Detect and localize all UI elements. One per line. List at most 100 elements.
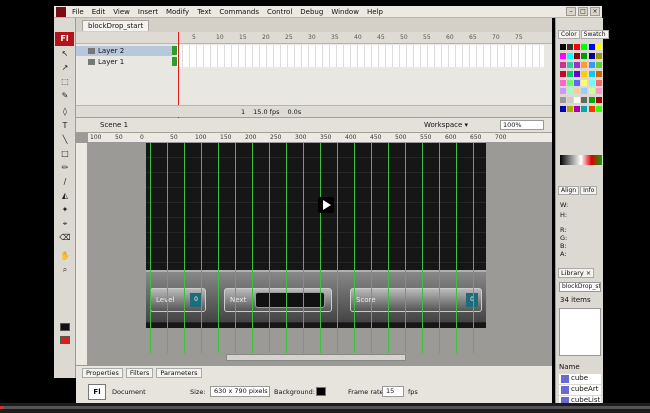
tab-color[interactable]: Color	[558, 30, 580, 39]
layer-row-1[interactable]: Layer 1	[76, 57, 172, 67]
ruler-tick: 50	[115, 134, 123, 141]
menu-edit[interactable]: Edit	[88, 8, 110, 16]
document-tab[interactable]: blockDrop_start	[82, 20, 150, 31]
text-tool-icon[interactable]: T	[58, 120, 72, 131]
menu-help[interactable]: Help	[363, 8, 387, 16]
menu-file[interactable]: File	[68, 8, 88, 16]
swatch-grid[interactable]	[560, 44, 602, 114]
color-panel-tabs: Color Swatch	[558, 30, 609, 39]
guide-line[interactable]	[473, 143, 474, 353]
guide-line[interactable]	[201, 143, 202, 353]
tab-swatches[interactable]: Swatch	[580, 30, 609, 39]
subselection-tool-icon[interactable]: ↗	[58, 62, 72, 73]
brush-tool-icon[interactable]: ∕	[58, 176, 72, 187]
guide-line[interactable]	[235, 143, 236, 353]
zoom-tool-icon[interactable]: ⌕	[58, 264, 72, 275]
play-icon[interactable]	[318, 197, 334, 213]
guide-line[interactable]	[269, 143, 270, 353]
guide-line[interactable]	[150, 143, 151, 353]
line-tool-icon[interactable]: ╲	[58, 134, 72, 145]
tab-properties[interactable]: Properties	[82, 368, 123, 378]
fill-color-swatch[interactable]	[60, 336, 70, 344]
movieclip-icon	[561, 386, 569, 394]
tab-library[interactable]: Library ×	[558, 268, 595, 278]
timeline-panel: 5 10 15 20 25 30 35 40 45 50 55 60 65 70…	[76, 32, 552, 118]
close-icon[interactable]: ×	[590, 7, 600, 16]
fps-label: fps	[408, 388, 418, 396]
size-button[interactable]: 630 x 790 pixels	[210, 386, 270, 397]
horizontal-scrollbar[interactable]	[226, 354, 406, 361]
menu-control[interactable]: Control	[263, 8, 296, 16]
maximize-icon[interactable]: □	[578, 7, 588, 16]
lasso-tool-icon[interactable]: ✎	[58, 90, 72, 101]
guide-line[interactable]	[303, 143, 304, 353]
ink-bottle-tool-icon[interactable]: ◭	[58, 190, 72, 201]
tab-parameters[interactable]: Parameters	[156, 368, 202, 378]
hand-tool-icon[interactable]: ✋	[58, 250, 72, 261]
frame-rate-input[interactable]: 15	[382, 386, 404, 397]
rectangle-tool-icon[interactable]: □	[58, 148, 72, 159]
eraser-tool-icon[interactable]: ⌫	[58, 232, 72, 243]
keyframe-layer-1[interactable]	[172, 57, 177, 66]
horizontal-ruler: 100 50 0 50 100 150 200 250 300 350 400 …	[88, 133, 552, 143]
library-name-header[interactable]: Name	[559, 363, 601, 371]
guide-line[interactable]	[354, 143, 355, 353]
guide-line[interactable]	[320, 143, 321, 353]
guide-line[interactable]	[439, 143, 440, 353]
menu-window[interactable]: Window	[327, 8, 363, 16]
library-item[interactable]: cubeArt	[559, 385, 601, 395]
layer-icon	[88, 48, 95, 54]
library-item[interactable]: cube	[559, 374, 601, 384]
scene-label[interactable]: Scene 1	[100, 121, 128, 129]
guide-line[interactable]	[456, 143, 457, 353]
guide-line[interactable]	[218, 143, 219, 353]
ruler-tick: 50	[170, 134, 178, 141]
tab-align[interactable]: Align	[558, 186, 580, 195]
frame-number: 50	[400, 34, 408, 41]
frames-grid[interactable]	[176, 45, 544, 67]
guide-line[interactable]	[422, 143, 423, 353]
document-tab-bar: blockDrop_start	[76, 18, 552, 32]
info-green: G:	[560, 234, 568, 242]
minimize-icon[interactable]: –	[566, 7, 576, 16]
frame-number: 75	[515, 34, 523, 41]
pen-tool-icon[interactable]: ◊	[58, 106, 72, 117]
tab-info[interactable]: Info	[580, 186, 598, 195]
frame-rate-label: Frame rate:	[348, 388, 386, 396]
selection-tool-icon[interactable]: ↖	[58, 48, 72, 59]
ruler-tick: 700	[495, 134, 507, 141]
guide-line[interactable]	[167, 143, 168, 353]
menu-view[interactable]: View	[109, 8, 134, 16]
zoom-select[interactable]: 100%	[500, 120, 544, 130]
menu-commands[interactable]: Commands	[215, 8, 263, 16]
guide-line[interactable]	[252, 143, 253, 353]
guide-line[interactable]	[405, 143, 406, 353]
menu-text[interactable]: Text	[193, 8, 215, 16]
guide-line[interactable]	[286, 143, 287, 353]
guide-line[interactable]	[184, 143, 185, 353]
guide-line[interactable]	[371, 143, 372, 353]
background-color-chip[interactable]	[316, 387, 326, 396]
guide-line[interactable]	[388, 143, 389, 353]
right-panel: Color Swatch Align Info W: H: R: G: B: A…	[555, 18, 609, 406]
menu-modify[interactable]: Modify	[162, 8, 193, 16]
gradient-swatches[interactable]	[560, 155, 602, 165]
workspace-menu[interactable]: Workspace ▾	[424, 121, 468, 129]
tab-filters[interactable]: Filters	[125, 368, 154, 378]
menu-debug[interactable]: Debug	[296, 8, 327, 16]
video-progress-played	[0, 406, 4, 409]
frame-number: 20	[262, 34, 270, 41]
free-transform-tool-icon[interactable]: ⬚	[58, 76, 72, 87]
video-progress[interactable]	[0, 406, 650, 409]
library-document-select[interactable]: blockDrop_start	[559, 282, 601, 292]
frame-number: 5	[192, 34, 196, 41]
keyframe-layer-2[interactable]	[172, 46, 177, 55]
paint-bucket-tool-icon[interactable]: ✦	[58, 204, 72, 215]
menu-insert[interactable]: Insert	[134, 8, 162, 16]
guide-line[interactable]	[337, 143, 338, 353]
layer-row-2[interactable]: Layer 2	[76, 46, 172, 56]
eyedropper-tool-icon[interactable]: ⌖	[58, 218, 72, 229]
stroke-color-swatch[interactable]	[60, 323, 70, 331]
frame-number: 55	[423, 34, 431, 41]
pencil-tool-icon[interactable]: ✏	[58, 162, 72, 173]
